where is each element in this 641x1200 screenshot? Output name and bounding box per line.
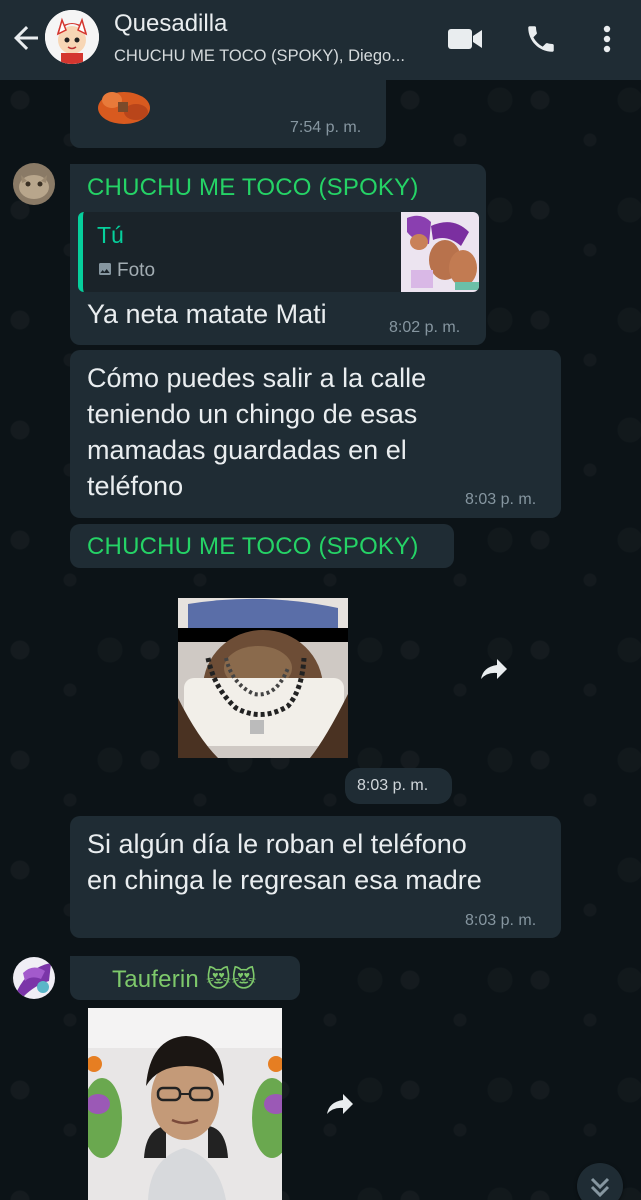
quoted-thumbnail (401, 212, 479, 292)
scroll-down-button[interactable] (577, 1163, 623, 1200)
sender-name[interactable]: CHUCHU ME TOCO (SPOKY) (87, 533, 419, 561)
quoted-message[interactable]: Tú Foto (78, 212, 479, 292)
back-arrow-icon[interactable] (8, 20, 44, 56)
sender-label-bubble[interactable]: Tauferin 😻😻 (70, 956, 300, 1000)
sender-name[interactable]: CHUCHU ME TOCO (SPOKY) (87, 174, 419, 202)
quoted-kind: Foto (117, 260, 156, 281)
chat-title[interactable]: Quesadilla (114, 10, 227, 38)
message-time: 8:03 p. m. (465, 912, 537, 929)
group-avatar[interactable] (45, 10, 99, 64)
sender-avatar[interactable] (13, 957, 55, 999)
shared-photo[interactable] (88, 1008, 282, 1200)
photo-icon (97, 261, 113, 282)
message-bubble[interactable]: CHUCHU ME TOCO (SPOKY) Tú Foto Ya neta m… (70, 164, 486, 345)
message-bubble[interactable]: Si algún día le roban el teléfono en chi… (70, 816, 561, 938)
video-call-icon[interactable] (446, 22, 484, 56)
chat-participants[interactable]: CHUCHU ME TOCO (SPOKY), Diego... (114, 47, 434, 66)
forward-icon[interactable] (471, 645, 517, 691)
message-text: Cómo puedes salir a la calle teniendo un… (87, 360, 426, 504)
more-vert-icon[interactable] (592, 22, 622, 56)
message-time: 8:03 p. m. (357, 777, 429, 794)
message-line: Cómo puedes salir a la calle (87, 363, 427, 393)
message-time: 8:02 p. m. (389, 319, 461, 336)
message-line: teniendo un chingo de esas (87, 399, 418, 429)
message-line: en chinga le regresan esa madre (87, 865, 482, 895)
sender-avatar[interactable] (13, 163, 55, 205)
message-line: mamadas guardadas en el (87, 435, 407, 465)
message-line: Si algún día le roban el teléfono (87, 829, 467, 859)
double-chevron-down-icon (590, 1177, 610, 1198)
message-text: Ya neta matate Mati (87, 299, 327, 329)
phone-icon[interactable] (524, 22, 562, 56)
sticker-time-badge: 8:03 p. m. (345, 768, 452, 804)
sender-name[interactable]: Tauferin 😻😻 (112, 965, 256, 994)
chat-header: Quesadilla CHUCHU ME TOCO (SPOKY), Diego… (0, 0, 641, 80)
message-time: 7:54 p. m. (290, 119, 362, 136)
message-line: teléfono (87, 471, 184, 501)
message-time: 8:03 p. m. (465, 491, 537, 508)
quoted-author: Tú (97, 222, 124, 248)
message-bubble[interactable]: 7:54 p. m. (70, 70, 386, 148)
message-bubble[interactable]: Cómo puedes salir a la calle teniendo un… (70, 350, 561, 518)
message-text: Si algún día le roban el teléfono en chi… (87, 826, 482, 898)
sender-label-bubble[interactable]: CHUCHU ME TOCO (SPOKY) (70, 524, 454, 568)
forward-icon[interactable] (317, 1080, 363, 1126)
sticker-image (92, 80, 156, 126)
sticker-image[interactable] (178, 598, 348, 758)
